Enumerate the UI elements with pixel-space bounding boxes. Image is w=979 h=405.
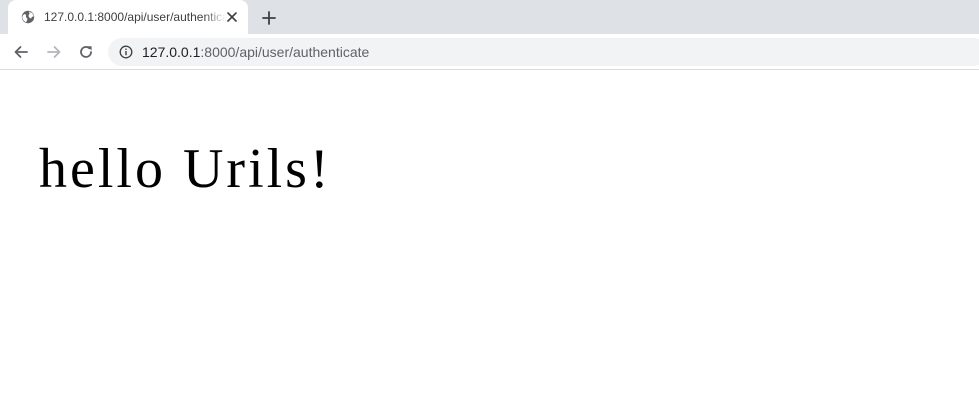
new-tab-button[interactable] bbox=[258, 7, 280, 29]
page-heading: hello Urils! bbox=[39, 138, 332, 200]
toolbar: 127.0.0.1:8000/api/user/authenticate bbox=[0, 34, 979, 70]
forward-button[interactable] bbox=[42, 40, 66, 64]
address-bar[interactable]: 127.0.0.1:8000/api/user/authenticate bbox=[108, 38, 979, 66]
info-icon[interactable] bbox=[119, 45, 133, 59]
tab-strip: 127.0.0.1:8000/api/user/authenticate bbox=[0, 0, 979, 34]
reload-button[interactable] bbox=[74, 40, 98, 64]
url-host: 127.0.0.1 bbox=[142, 44, 201, 60]
url-text: 127.0.0.1:8000/api/user/authenticate bbox=[142, 44, 369, 60]
url-path: :8000/api/user/authenticate bbox=[200, 44, 370, 60]
tab-active[interactable]: 127.0.0.1:8000/api/user/authenticate bbox=[8, 0, 248, 34]
page-content: hello Urils! bbox=[0, 71, 979, 405]
tab-title: 127.0.0.1:8000/api/user/authenticate bbox=[44, 10, 226, 24]
back-button[interactable] bbox=[9, 40, 33, 64]
arrow-right-icon bbox=[46, 44, 62, 60]
arrow-left-icon bbox=[13, 44, 29, 60]
plus-icon bbox=[262, 11, 276, 25]
globe-icon bbox=[21, 10, 35, 24]
close-icon[interactable] bbox=[224, 9, 240, 25]
reload-icon bbox=[78, 44, 94, 60]
browser-window: 127.0.0.1:8000/api/user/authenticate 127… bbox=[0, 0, 979, 405]
